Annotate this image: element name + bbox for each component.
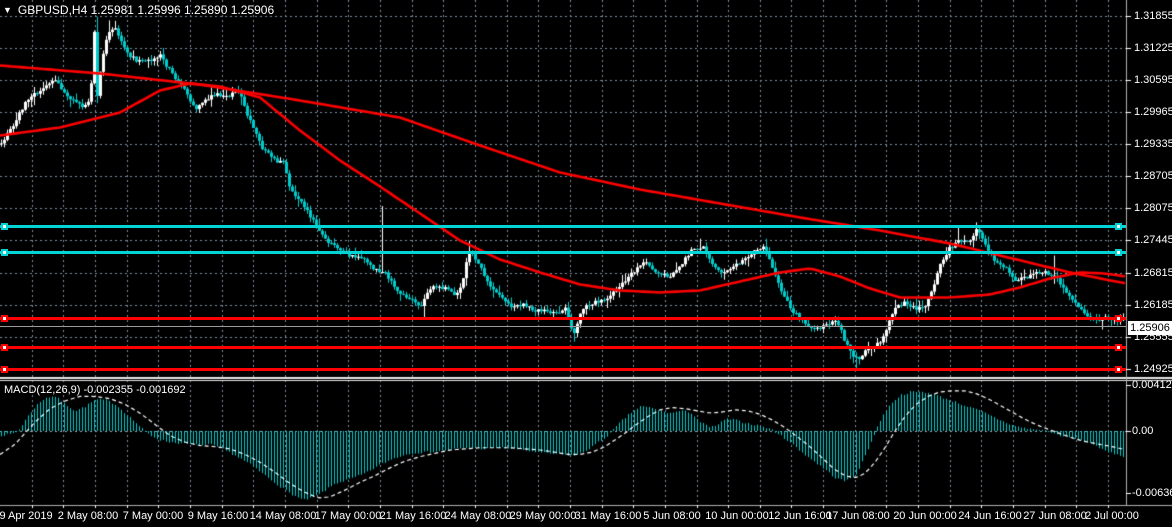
support-line-2[interactable] xyxy=(0,345,1126,349)
time-tick-label: 2 May 08:00 xyxy=(57,510,119,522)
price-tick-label: 1.31855 xyxy=(1134,9,1172,22)
bid-line[interactable] xyxy=(0,325,1126,327)
support-line-1-right-handle[interactable] xyxy=(1115,315,1122,323)
chart-window: ▼ GBPUSD,H4 1.25981 1.25996 1.25890 1.259… xyxy=(0,0,1172,527)
support-line-3-left-handle[interactable] xyxy=(1,365,8,373)
macd-indicator-label: MACD(12,26,9) -0.002355 -0.001692 xyxy=(4,384,186,396)
support-line-1[interactable] xyxy=(0,317,1126,321)
time-tick-label: 27 Jun 08:00 xyxy=(1023,510,1087,522)
handle-dot xyxy=(1117,317,1120,321)
resistance-line-2[interactable] xyxy=(0,251,1126,255)
macd-tick-label: -0.006367 xyxy=(1132,487,1172,499)
resistance-line-2-left-handle[interactable] xyxy=(1,249,8,257)
price-tick-label: 1.26185 xyxy=(1134,298,1172,311)
handle-dot xyxy=(3,367,6,371)
price-tick-label: 1.29965 xyxy=(1134,105,1172,118)
resistance-line-1[interactable] xyxy=(0,224,1126,228)
handle-dot xyxy=(1117,345,1120,349)
price-tick-label: 1.26815 xyxy=(1134,266,1172,279)
handle-dot xyxy=(3,345,6,349)
chevron-down-icon[interactable]: ▼ xyxy=(3,5,12,15)
handle-dot xyxy=(3,251,6,255)
time-tick-label: 12 Jun 16:00 xyxy=(768,510,832,522)
price-tick-label: 1.28075 xyxy=(1134,202,1172,215)
time-tick-label: 5 Jun 08:00 xyxy=(643,510,701,522)
time-tick-label: 24 May 08:00 xyxy=(444,510,512,522)
handle-dot xyxy=(1117,224,1120,228)
current-price-tag: 1.25906 xyxy=(1128,320,1172,335)
time-tick-label: 2 Jul 00:00 xyxy=(1085,510,1139,522)
time-tick-label: 9 May 16:00 xyxy=(187,510,249,522)
time-tick-label: 24 Jun 16:00 xyxy=(958,510,1022,522)
time-tick-label: 31 May 16:00 xyxy=(574,510,642,522)
symbol-ohlc-text: GBPUSD,H4 1.25981 1.25996 1.25890 1.2590… xyxy=(17,3,275,17)
handle-dot xyxy=(3,224,6,228)
resistance-line-1-left-handle[interactable] xyxy=(1,222,8,230)
resistance-line-2-right-handle[interactable] xyxy=(1115,249,1122,257)
price-tick-label: 1.28705 xyxy=(1134,170,1172,183)
time-tick-label: 7 May 00:00 xyxy=(122,510,184,522)
support-line-2-right-handle[interactable] xyxy=(1115,343,1122,351)
time-tick-label: 29 Apr 2019 xyxy=(0,510,53,522)
handle-dot xyxy=(1117,367,1120,371)
handle-dot xyxy=(3,317,6,321)
support-line-2-left-handle[interactable] xyxy=(1,343,8,351)
macd-tick-label: 0.004121 xyxy=(1132,379,1172,391)
price-tick-label: 1.31225 xyxy=(1134,41,1172,54)
time-tick-label: 14 May 08:00 xyxy=(249,510,317,522)
price-tick-label: 1.24925 xyxy=(1134,363,1172,376)
symbol-ohlc-label: ▼ GBPUSD,H4 1.25981 1.25996 1.25890 1.259… xyxy=(3,3,274,17)
macd-tick-label: 0.00 xyxy=(1132,425,1154,437)
time-tick-label: 21 May 16:00 xyxy=(379,510,447,522)
support-line-3-right-handle[interactable] xyxy=(1115,365,1122,373)
support-line-3[interactable] xyxy=(0,367,1126,371)
time-tick-label: 20 Jun 00:00 xyxy=(893,510,957,522)
resistance-line-1-right-handle[interactable] xyxy=(1115,222,1122,230)
handle-dot xyxy=(1117,251,1120,255)
time-tick-label: 17 Jun 08:00 xyxy=(826,510,890,522)
price-tick-label: 1.30595 xyxy=(1134,73,1172,86)
price-chart-canvas[interactable] xyxy=(0,0,1172,527)
support-line-1-left-handle[interactable] xyxy=(1,315,8,323)
time-tick-label: 17 May 00:00 xyxy=(314,510,382,522)
price-tick-label: 1.27445 xyxy=(1134,234,1172,247)
time-tick-label: 10 Jun 00:00 xyxy=(705,510,769,522)
price-tick-label: 1.29335 xyxy=(1134,138,1172,151)
time-tick-label: 29 May 00:00 xyxy=(509,510,577,522)
